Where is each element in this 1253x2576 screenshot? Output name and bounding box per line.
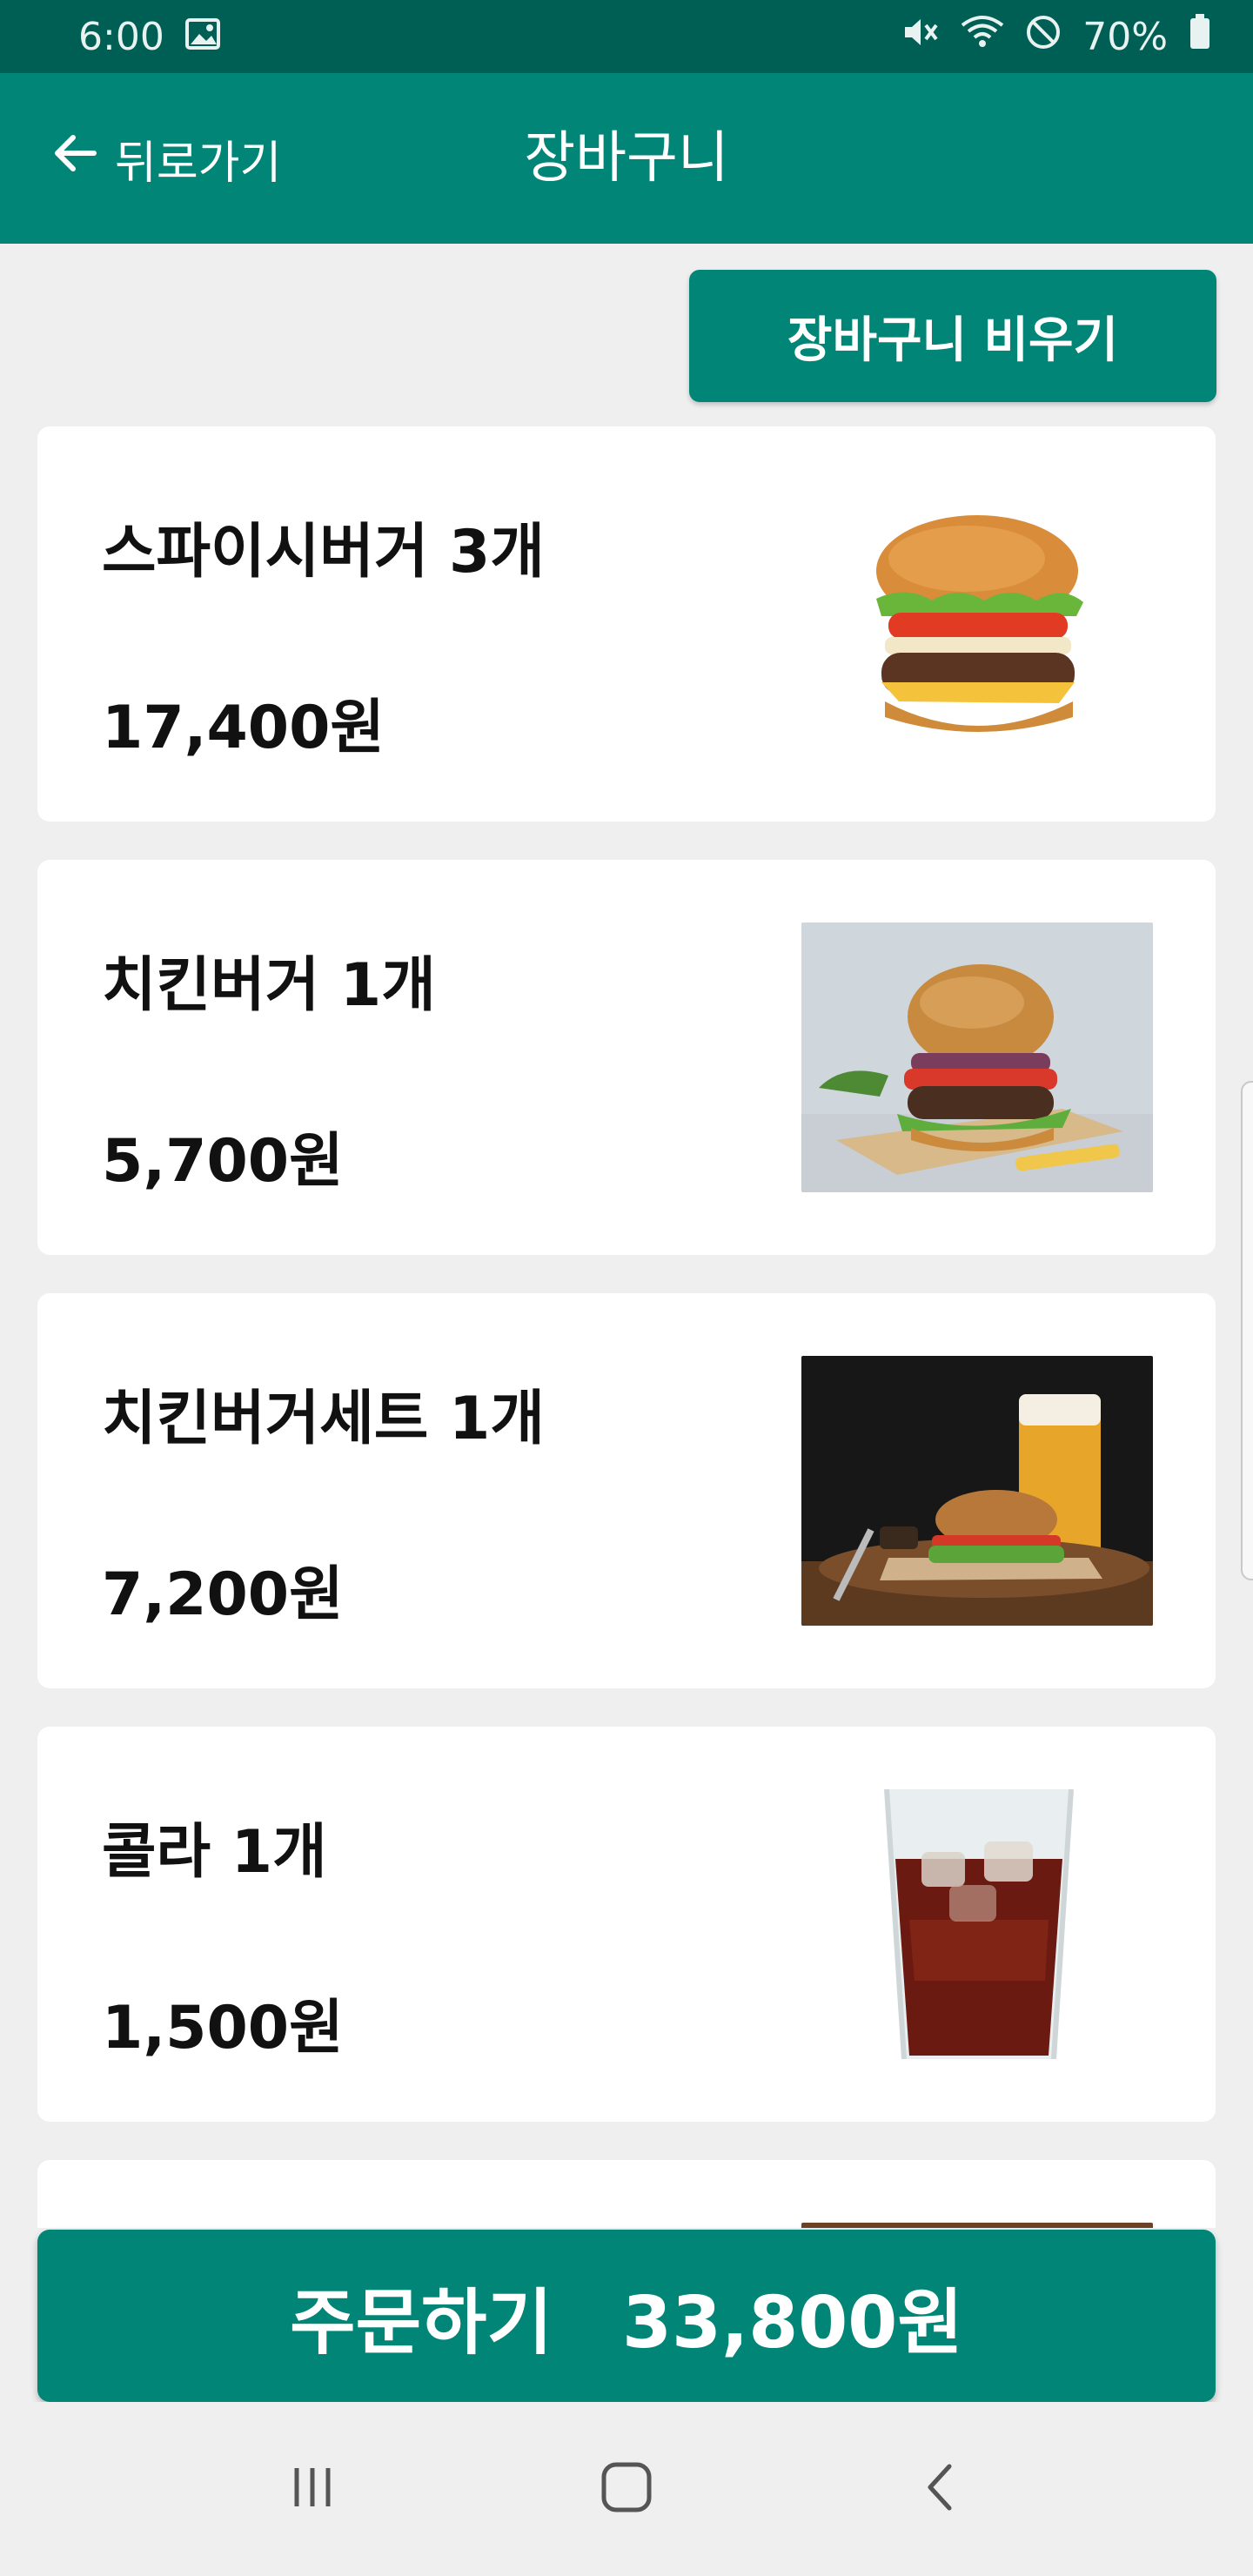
item-name: 치킨버거 1개 xyxy=(102,951,436,1020)
status-bar: 6:00 70% xyxy=(0,0,1253,73)
item-price: 5,700원 xyxy=(102,1127,344,1196)
home-icon[interactable] xyxy=(599,2459,654,2519)
app-bar: 뒤로가기 장바구니 xyxy=(0,73,1253,244)
status-right: 70% xyxy=(901,13,1211,60)
item-name: 치킨버거세트 1개 xyxy=(102,1385,545,1453)
edge-panel-handle[interactable] xyxy=(1241,1081,1253,1580)
chicken-burger-set-image xyxy=(801,1356,1153,1626)
cart-list[interactable]: 스파이시버거 3개 17,400원 치킨버거 1개 5,700원 치킨버거세트 … xyxy=(37,426,1216,2228)
item-price: 1,500원 xyxy=(102,1994,344,2063)
cart-item[interactable]: 치킨버거 1개 5,700원 xyxy=(37,860,1216,1255)
product-image xyxy=(801,2223,1153,2228)
item-name: 스파이시버거 3개 xyxy=(102,518,545,587)
item-name: 콜라 1개 xyxy=(102,1818,327,1887)
back-nav-icon[interactable] xyxy=(915,2461,967,2517)
cart-item[interactable] xyxy=(37,2160,1216,2228)
battery-percent: 70% xyxy=(1082,14,1168,59)
item-price: 7,200원 xyxy=(102,1560,344,1629)
cola-image xyxy=(801,1789,1153,2059)
status-left: 6:00 xyxy=(78,15,220,59)
order-total: 33,800원 xyxy=(621,2281,963,2365)
item-price: 17,400원 xyxy=(102,694,385,762)
cart-item[interactable]: 스파이시버거 3개 17,400원 xyxy=(37,426,1216,822)
cart-item[interactable]: 치킨버거세트 1개 7,200원 xyxy=(37,1293,1216,1688)
do-not-disturb-icon xyxy=(1025,14,1062,60)
page-title: 장바구니 xyxy=(524,126,729,191)
battery-icon xyxy=(1189,13,1211,60)
gallery-notification-icon xyxy=(184,15,220,59)
cart-item[interactable]: 콜라 1개 1,500원 xyxy=(37,1727,1216,2122)
spicy-burger-image xyxy=(801,489,1153,759)
order-label: 주문하기 xyxy=(290,2281,553,2365)
chicken-burger-image xyxy=(801,922,1153,1192)
status-time: 6:00 xyxy=(78,14,164,59)
clear-cart-button[interactable]: 장바구니 비우기 xyxy=(689,270,1216,402)
mute-icon xyxy=(901,15,940,59)
navigation-bar xyxy=(0,2402,1253,2576)
order-button[interactable]: 주문하기 33,800원 xyxy=(37,2230,1216,2402)
wifi-icon xyxy=(961,15,1004,59)
recent-apps-icon[interactable] xyxy=(286,2461,338,2517)
